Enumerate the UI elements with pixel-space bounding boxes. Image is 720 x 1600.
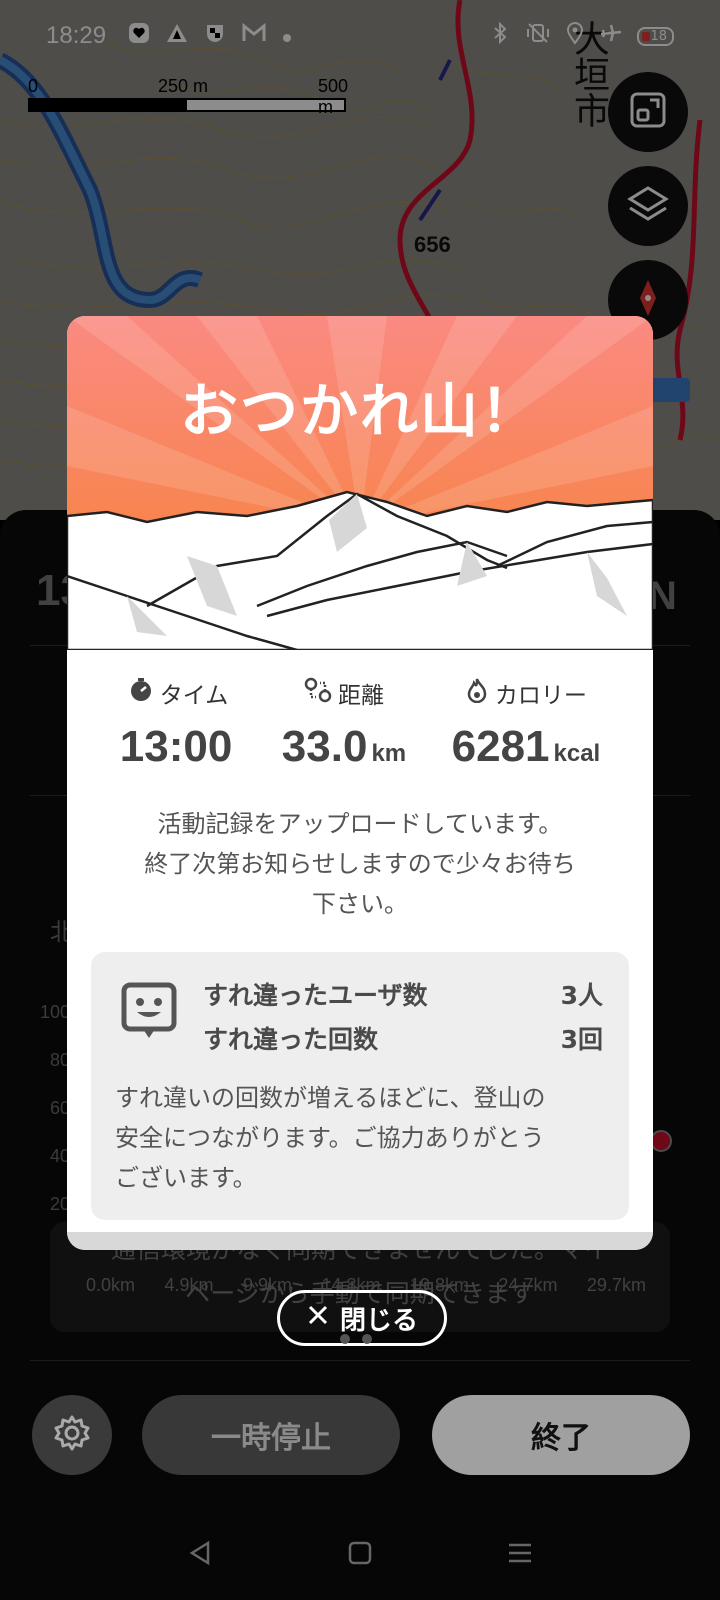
note-line: 安全につながります。ご協力ありがとう [115,1124,545,1152]
stat-label: 距離 [337,683,384,709]
stat-distance: 距離 33.0 km [282,676,406,772]
stat-value: 13:00 [119,722,233,771]
settings-button[interactable] [32,1395,112,1475]
recents-icon[interactable] [506,1539,534,1571]
note-line: すれ違いの回数が増えるほどに、登山の [115,1084,546,1112]
page-dots [340,1334,372,1344]
passing-note: すれ違いの回数が増えるほどに、登山の 安全につながります。ご協力ありがとう ござ… [115,1078,595,1198]
stopwatch-icon [128,677,154,709]
bottom-controls: 一時停止 終了 [0,1395,720,1485]
upload-line: 活動記録をアップロードしています。 [157,810,563,838]
stats-row: タイム 13:00 距離 33.0 km カロリー 6281 kcal [67,676,653,772]
passing-count-row: すれ違った回数 3回 [203,1020,603,1056]
stat-label: タイム [159,683,229,709]
stat-unit: kcal [553,740,601,767]
passing-label: すれ違ったユーザ数 [203,981,428,1010]
stat-value: 6281 [451,722,550,771]
system-nav-bar [0,1520,720,1590]
route-icon [304,677,332,709]
upload-message: 活動記録をアップロードしています。 終了次第お知らせしますので少々お待ち 下さい… [67,804,653,924]
pause-button[interactable]: 一時停止 [142,1395,400,1475]
upload-line: 終了次第お知らせしますので少々お待ち [144,850,576,878]
stat-value: 33.0 [281,722,368,771]
passing-value: 3人 [560,981,603,1010]
close-label: 閉じる [339,1305,418,1336]
back-icon[interactable] [186,1539,214,1571]
passing-label: すれ違った回数 [203,1025,379,1054]
modal-scroll-edge [67,1232,653,1250]
passing-face-icon [121,982,177,1046]
note-line: ございます。 [115,1164,257,1192]
upload-line: 下さい。 [312,890,408,918]
stat-calories: カロリー 6281 kcal [451,676,601,772]
home-icon[interactable] [346,1539,374,1571]
stat-unit: km [371,740,407,767]
end-button[interactable]: 終了 [432,1395,690,1475]
gear-icon [52,1413,92,1457]
summit-modal: おつかれ山！ タイム 13:00 距離 33.0 km カロリー 6281 kc… [67,316,653,1250]
passing-users-row: すれ違ったユーザ数 3人 [203,976,603,1012]
stat-time: タイム 13:00 [120,676,237,772]
stat-label: カロリー [494,683,587,709]
flame-icon [465,677,489,709]
modal-hero: おつかれ山！ [67,316,653,650]
close-icon [306,1303,330,1334]
modal-title: おつかれ山！ [179,377,540,445]
passing-info-box: すれ違ったユーザ数 3人 すれ違った回数 3回 すれ違いの回数が増えるほどに、登… [91,952,629,1220]
passing-value: 3回 [560,1025,603,1054]
